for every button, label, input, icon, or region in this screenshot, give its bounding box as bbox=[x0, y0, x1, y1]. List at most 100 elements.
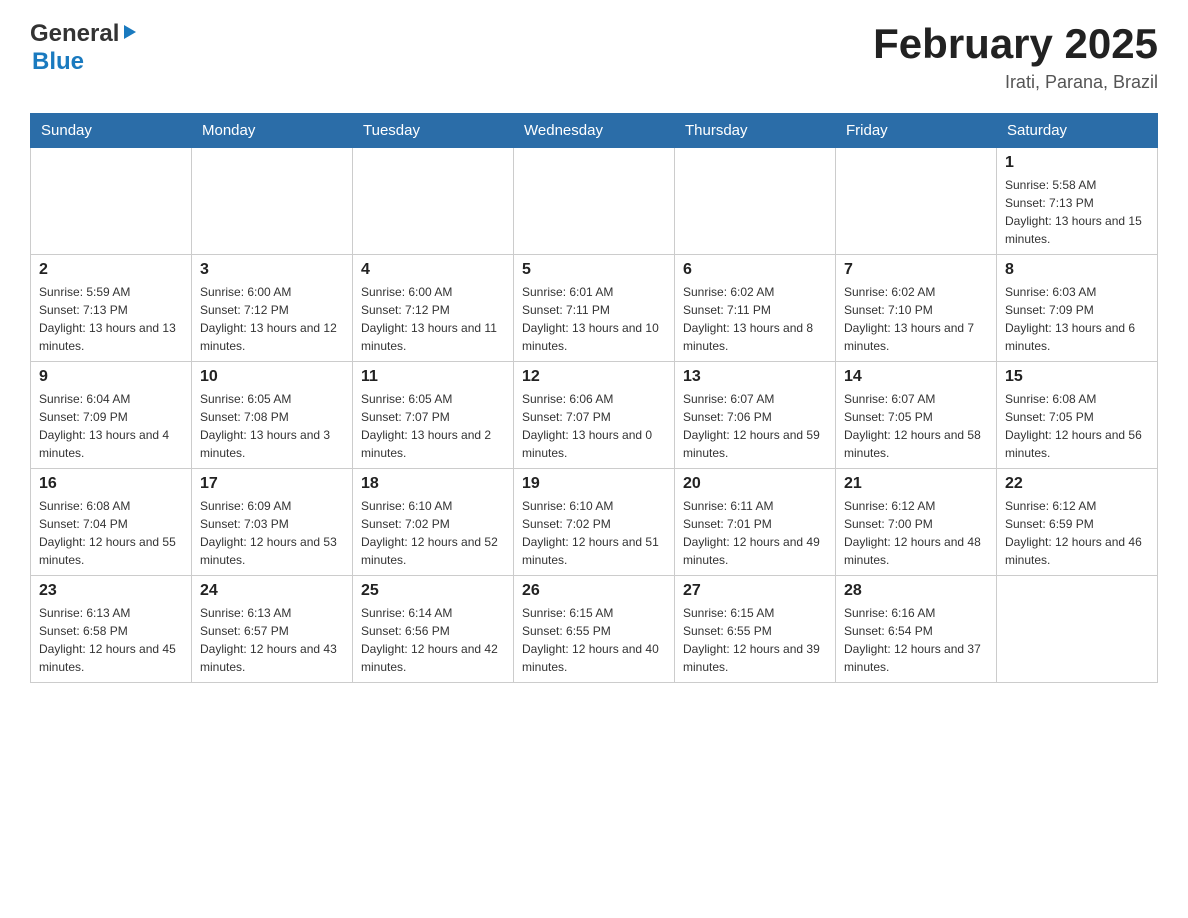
day-info: Sunrise: 6:11 AM Sunset: 7:01 PM Dayligh… bbox=[683, 497, 827, 569]
day-number: 15 bbox=[1005, 368, 1149, 386]
days-of-week-row: SundayMondayTuesdayWednesdayThursdayFrid… bbox=[31, 114, 1158, 148]
day-number: 17 bbox=[200, 475, 344, 493]
calendar-week-row: 9Sunrise: 6:04 AM Sunset: 7:09 PM Daylig… bbox=[31, 362, 1158, 469]
calendar-body: 1 Sunrise: 5:58 AM Sunset: 7:13 PM Daylig… bbox=[31, 148, 1158, 683]
day-number: 23 bbox=[39, 582, 183, 600]
logo-blue-text: Blue bbox=[32, 48, 84, 75]
logo: General Blue bbox=[30, 20, 140, 76]
calendar-cell: 6 Sunrise: 6:02 AM Sunset: 7:11 PM Daylig… bbox=[675, 255, 836, 362]
calendar-cell: 8 Sunrise: 6:03 AM Sunset: 7:09 PM Daylig… bbox=[997, 255, 1158, 362]
day-number: 5 bbox=[522, 261, 666, 279]
calendar-cell: 10Sunrise: 6:05 AM Sunset: 7:08 PM Dayli… bbox=[192, 362, 353, 469]
day-of-week-header: Friday bbox=[836, 114, 997, 148]
calendar-cell bbox=[192, 148, 353, 255]
calendar-cell bbox=[31, 148, 192, 255]
calendar-cell: 20Sunrise: 6:11 AM Sunset: 7:01 PM Dayli… bbox=[675, 469, 836, 576]
logo-general-text: General bbox=[30, 20, 119, 48]
day-number: 1 bbox=[1005, 154, 1149, 172]
calendar-cell bbox=[997, 576, 1158, 683]
day-info: Sunrise: 6:15 AM Sunset: 6:55 PM Dayligh… bbox=[683, 604, 827, 676]
day-of-week-header: Wednesday bbox=[514, 114, 675, 148]
day-number: 2 bbox=[39, 261, 183, 279]
calendar-week-row: 2 Sunrise: 5:59 AM Sunset: 7:13 PM Daylig… bbox=[31, 255, 1158, 362]
calendar-cell: 21Sunrise: 6:12 AM Sunset: 7:00 PM Dayli… bbox=[836, 469, 997, 576]
calendar-cell bbox=[675, 148, 836, 255]
day-info: Sunrise: 6:07 AM Sunset: 7:05 PM Dayligh… bbox=[844, 390, 988, 462]
day-number: 12 bbox=[522, 368, 666, 386]
title-block: February 2025 Irati, Parana, Brazil bbox=[873, 20, 1158, 93]
calendar-cell: 23 Sunrise: 6:13 AM Sunset: 6:58 PM Dayli… bbox=[31, 576, 192, 683]
day-number: 22 bbox=[1005, 475, 1149, 493]
day-of-week-header: Thursday bbox=[675, 114, 836, 148]
day-number: 3 bbox=[200, 261, 344, 279]
calendar-cell: 13Sunrise: 6:07 AM Sunset: 7:06 PM Dayli… bbox=[675, 362, 836, 469]
calendar-title: February 2025 bbox=[873, 20, 1158, 68]
day-info: Sunrise: 6:12 AM Sunset: 6:59 PM Dayligh… bbox=[1005, 497, 1149, 569]
day-info: Sunrise: 6:13 AM Sunset: 6:58 PM Dayligh… bbox=[39, 604, 183, 676]
calendar-cell: 16 Sunrise: 6:08 AM Sunset: 7:04 PM Dayli… bbox=[31, 469, 192, 576]
day-info: Sunrise: 6:10 AM Sunset: 7:02 PM Dayligh… bbox=[522, 497, 666, 569]
day-info: Sunrise: 6:06 AM Sunset: 7:07 PM Dayligh… bbox=[522, 390, 666, 462]
calendar-week-row: 1 Sunrise: 5:58 AM Sunset: 7:13 PM Daylig… bbox=[31, 148, 1158, 255]
calendar-cell: 4 Sunrise: 6:00 AM Sunset: 7:12 PM Daylig… bbox=[353, 255, 514, 362]
day-info: Sunrise: 6:09 AM Sunset: 7:03 PM Dayligh… bbox=[200, 497, 344, 569]
calendar-cell: 18 Sunrise: 6:10 AM Sunset: 7:02 PM Dayli… bbox=[353, 469, 514, 576]
calendar-cell bbox=[353, 148, 514, 255]
day-number: 9 bbox=[39, 368, 183, 386]
day-info: Sunrise: 6:08 AM Sunset: 7:04 PM Dayligh… bbox=[39, 497, 183, 569]
calendar-cell: 26 Sunrise: 6:15 AM Sunset: 6:55 PM Dayli… bbox=[514, 576, 675, 683]
day-number: 27 bbox=[683, 582, 827, 600]
day-info: Sunrise: 6:08 AM Sunset: 7:05 PM Dayligh… bbox=[1005, 390, 1149, 462]
day-of-week-header: Tuesday bbox=[353, 114, 514, 148]
day-info: Sunrise: 5:59 AM Sunset: 7:13 PM Dayligh… bbox=[39, 283, 183, 355]
day-info: Sunrise: 6:03 AM Sunset: 7:09 PM Dayligh… bbox=[1005, 283, 1149, 355]
day-info: Sunrise: 6:16 AM Sunset: 6:54 PM Dayligh… bbox=[844, 604, 988, 676]
day-number: 19 bbox=[522, 475, 666, 493]
day-number: 16 bbox=[39, 475, 183, 493]
calendar-cell: 27 Sunrise: 6:15 AM Sunset: 6:55 PM Dayli… bbox=[675, 576, 836, 683]
day-info: Sunrise: 6:01 AM Sunset: 7:11 PM Dayligh… bbox=[522, 283, 666, 355]
day-number: 11 bbox=[361, 368, 505, 386]
calendar-cell: 9Sunrise: 6:04 AM Sunset: 7:09 PM Daylig… bbox=[31, 362, 192, 469]
day-number: 14 bbox=[844, 368, 988, 386]
calendar-cell bbox=[836, 148, 997, 255]
calendar-cell: 28 Sunrise: 6:16 AM Sunset: 6:54 PM Dayli… bbox=[836, 576, 997, 683]
day-number: 8 bbox=[1005, 261, 1149, 279]
day-number: 28 bbox=[844, 582, 988, 600]
calendar-subtitle: Irati, Parana, Brazil bbox=[873, 72, 1158, 93]
day-info: Sunrise: 6:00 AM Sunset: 7:12 PM Dayligh… bbox=[361, 283, 505, 355]
day-number: 4 bbox=[361, 261, 505, 279]
logo-icon bbox=[120, 23, 138, 46]
day-info: Sunrise: 6:15 AM Sunset: 6:55 PM Dayligh… bbox=[522, 604, 666, 676]
day-number: 25 bbox=[361, 582, 505, 600]
day-of-week-header: Sunday bbox=[31, 114, 192, 148]
calendar-cell: 22 Sunrise: 6:12 AM Sunset: 6:59 PM Dayli… bbox=[997, 469, 1158, 576]
day-of-week-header: Monday bbox=[192, 114, 353, 148]
calendar-cell: 19 Sunrise: 6:10 AM Sunset: 7:02 PM Dayli… bbox=[514, 469, 675, 576]
day-number: 6 bbox=[683, 261, 827, 279]
day-info: Sunrise: 6:05 AM Sunset: 7:08 PM Dayligh… bbox=[200, 390, 344, 462]
day-number: 18 bbox=[361, 475, 505, 493]
day-info: Sunrise: 6:05 AM Sunset: 7:07 PM Dayligh… bbox=[361, 390, 505, 462]
day-number: 7 bbox=[844, 261, 988, 279]
day-info: Sunrise: 5:58 AM Sunset: 7:13 PM Dayligh… bbox=[1005, 176, 1149, 248]
day-number: 21 bbox=[844, 475, 988, 493]
calendar-week-row: 23 Sunrise: 6:13 AM Sunset: 6:58 PM Dayli… bbox=[31, 576, 1158, 683]
calendar-cell: 1 Sunrise: 5:58 AM Sunset: 7:13 PM Daylig… bbox=[997, 148, 1158, 255]
day-number: 24 bbox=[200, 582, 344, 600]
calendar-cell: 14 Sunrise: 6:07 AM Sunset: 7:05 PM Dayli… bbox=[836, 362, 997, 469]
day-info: Sunrise: 6:02 AM Sunset: 7:11 PM Dayligh… bbox=[683, 283, 827, 355]
day-info: Sunrise: 6:02 AM Sunset: 7:10 PM Dayligh… bbox=[844, 283, 988, 355]
page-header: General Blue February 2025 Irati, Parana… bbox=[30, 20, 1158, 93]
calendar-cell: 24Sunrise: 6:13 AM Sunset: 6:57 PM Dayli… bbox=[192, 576, 353, 683]
calendar-cell: 15 Sunrise: 6:08 AM Sunset: 7:05 PM Dayli… bbox=[997, 362, 1158, 469]
calendar-cell: 11 Sunrise: 6:05 AM Sunset: 7:07 PM Dayli… bbox=[353, 362, 514, 469]
calendar-table: SundayMondayTuesdayWednesdayThursdayFrid… bbox=[30, 113, 1158, 683]
calendar-cell: 5 Sunrise: 6:01 AM Sunset: 7:11 PM Daylig… bbox=[514, 255, 675, 362]
day-info: Sunrise: 6:00 AM Sunset: 7:12 PM Dayligh… bbox=[200, 283, 344, 355]
calendar-week-row: 16 Sunrise: 6:08 AM Sunset: 7:04 PM Dayli… bbox=[31, 469, 1158, 576]
day-number: 26 bbox=[522, 582, 666, 600]
calendar-cell: 7 Sunrise: 6:02 AM Sunset: 7:10 PM Daylig… bbox=[836, 255, 997, 362]
calendar-cell: 25Sunrise: 6:14 AM Sunset: 6:56 PM Dayli… bbox=[353, 576, 514, 683]
day-info: Sunrise: 6:10 AM Sunset: 7:02 PM Dayligh… bbox=[361, 497, 505, 569]
